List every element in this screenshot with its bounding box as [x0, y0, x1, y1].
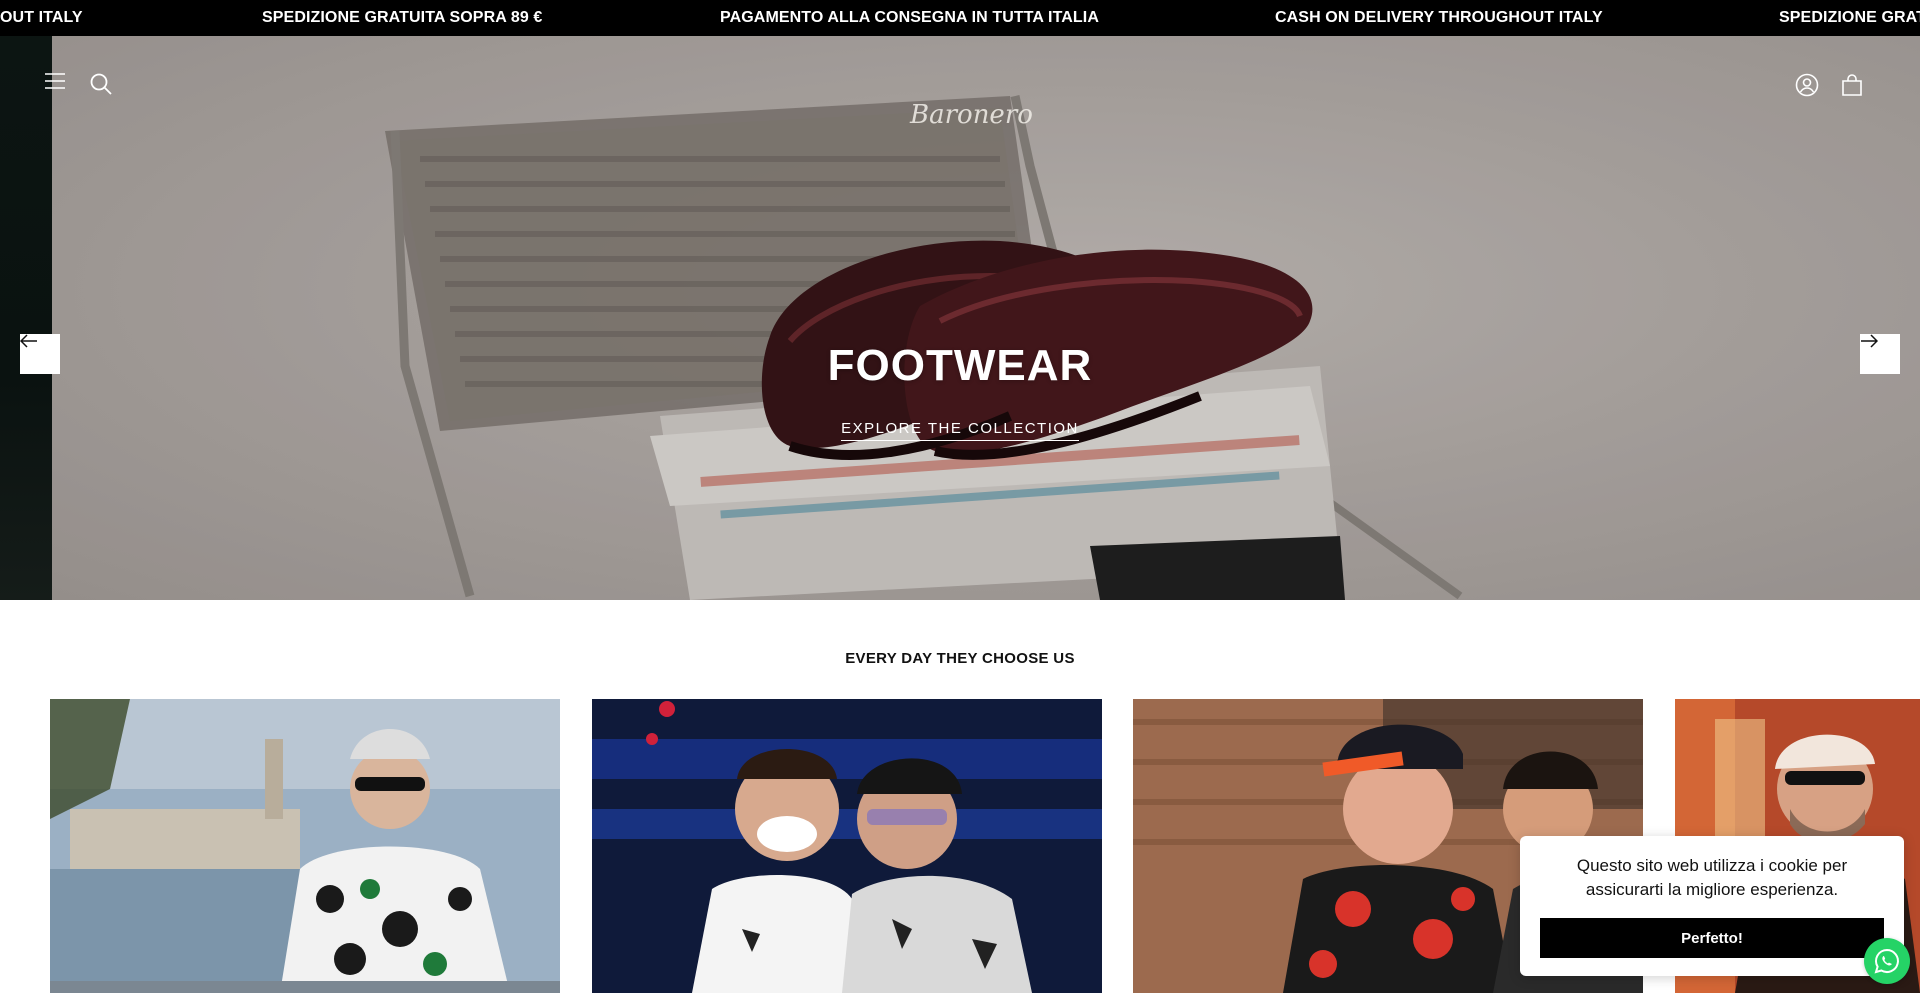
announcement-message: CASH ON DELIVERY THROUGHOUT ITALY	[1275, 9, 1603, 26]
menu-icon[interactable]	[44, 73, 76, 105]
arrow-left-icon	[20, 334, 37, 348]
account-icon[interactable]	[1795, 73, 1827, 105]
cookie-accept-button[interactable]: Perfetto!	[1540, 918, 1884, 958]
hero-slideshow: Baronero FOOTWEAR EXPLORE THE COLLECTION	[0, 36, 1920, 600]
cart-icon[interactable]	[1841, 73, 1873, 105]
slideshow-prev-button[interactable]	[20, 334, 60, 374]
announcement-message: SPEDIZIONE GRAT	[1779, 9, 1920, 26]
slideshow-next-button[interactable]	[1860, 334, 1900, 374]
search-icon[interactable]	[89, 72, 121, 104]
cookie-banner: Questo sito web utilizza i cookie per as…	[1520, 836, 1904, 976]
announcement-message: SPEDIZIONE GRATUITA SOPRA 89 €	[262, 9, 543, 26]
section-title: EVERY DAY THEY CHOOSE US	[845, 650, 1075, 667]
testimonial-image[interactable]	[592, 699, 1102, 993]
whatsapp-button[interactable]	[1864, 938, 1910, 984]
arrow-right-icon	[1861, 334, 1878, 348]
announcement-message: OUT ITALY	[0, 9, 83, 26]
brand-logo[interactable]: Baronero	[910, 100, 1033, 136]
announcement-bar: OUT ITALY SPEDIZIONE GRATUITA SOPRA 89 €…	[0, 0, 1920, 36]
cookie-message: Questo sito web utilizza i cookie per as…	[1576, 856, 1848, 899]
testimonial-image[interactable]	[50, 699, 560, 993]
explore-collection-link[interactable]: EXPLORE THE COLLECTION	[841, 420, 1079, 441]
announcement-message: PAGAMENTO ALLA CONSEGNA IN TUTTA ITALIA	[720, 9, 1099, 26]
hero-title: FOOTWEAR	[827, 341, 1093, 390]
whatsapp-icon	[1874, 948, 1899, 974]
